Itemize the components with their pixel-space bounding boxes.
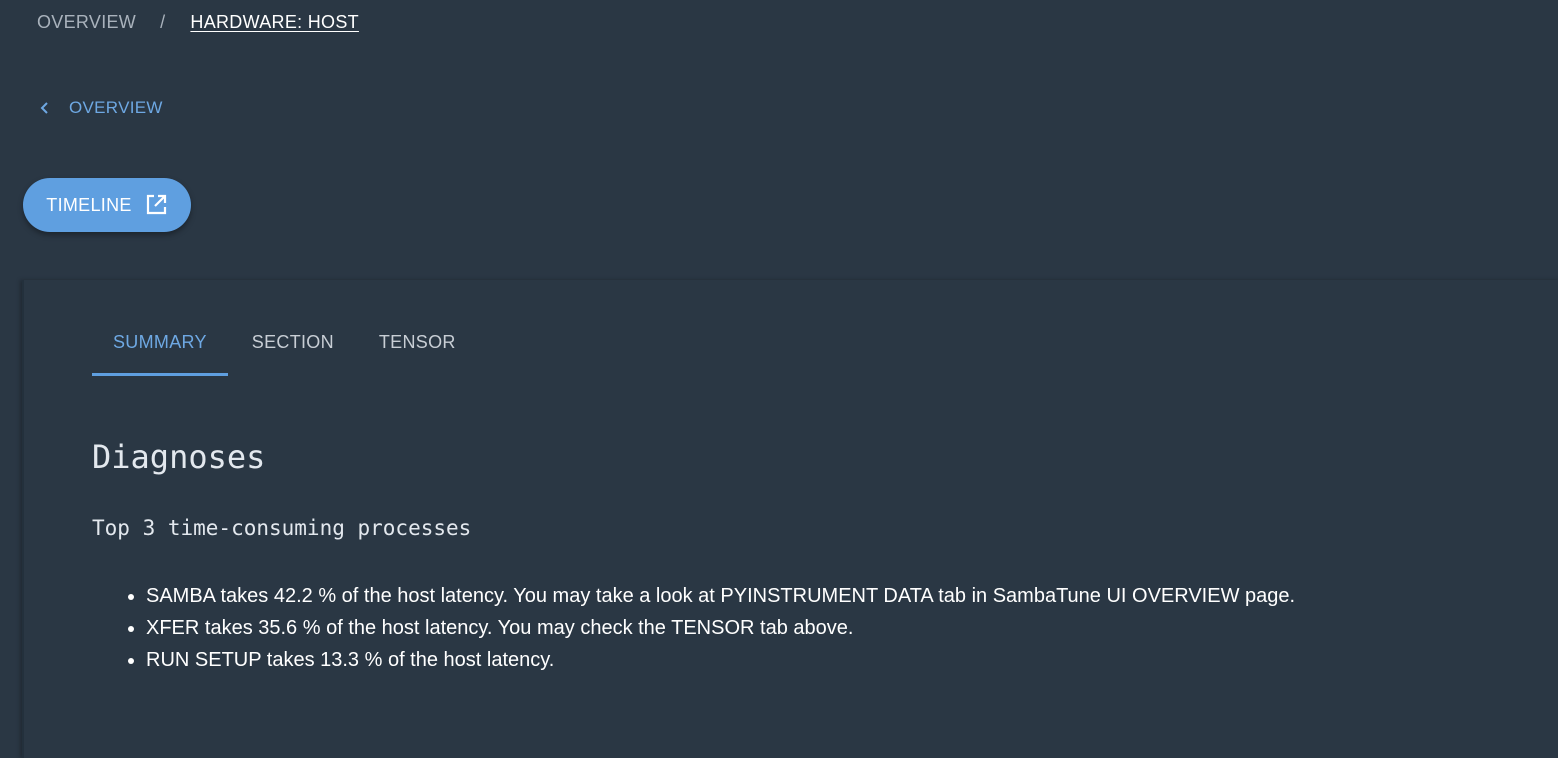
top-processes-subheading: Top 3 time-consuming processes xyxy=(92,516,472,540)
tab-section[interactable]: SECTION xyxy=(231,332,355,376)
breadcrumb-separator: / xyxy=(160,12,166,32)
timeline-button-label: TIMELINE xyxy=(46,194,132,215)
back-to-overview-link[interactable]: OVERVIEW xyxy=(38,98,163,118)
tab-tensor[interactable]: TENSOR xyxy=(358,332,477,376)
tab-summary[interactable]: SUMMARY xyxy=(92,332,228,376)
diagnosis-list: SAMBA takes 42.2 % of the host latency. … xyxy=(92,580,1346,676)
breadcrumb: OVERVIEW / HARDWARE: HOST xyxy=(37,12,359,33)
page: OVERVIEW / HARDWARE: HOST OVERVIEW TIMEL… xyxy=(0,0,1558,758)
list-item: SAMBA takes 42.2 % of the host latency. … xyxy=(146,580,1346,612)
content-card: SUMMARY SECTION TENSOR Diagnoses Top 3 t… xyxy=(22,280,1558,758)
diagnoses-heading: Diagnoses xyxy=(92,438,266,476)
timeline-button[interactable]: TIMELINE xyxy=(23,178,191,232)
list-item: RUN SETUP takes 13.3 % of the host laten… xyxy=(146,644,1346,676)
breadcrumb-current-page[interactable]: HARDWARE: HOST xyxy=(190,12,359,33)
open-in-new-icon xyxy=(144,193,168,217)
breadcrumb-overview-link[interactable]: OVERVIEW xyxy=(37,12,136,33)
list-item: XFER takes 35.6 % of the host latency. Y… xyxy=(146,612,1346,644)
chevron-left-icon xyxy=(38,101,52,115)
back-link-label: OVERVIEW xyxy=(69,98,163,117)
tab-bar: SUMMARY SECTION TENSOR xyxy=(92,332,477,376)
